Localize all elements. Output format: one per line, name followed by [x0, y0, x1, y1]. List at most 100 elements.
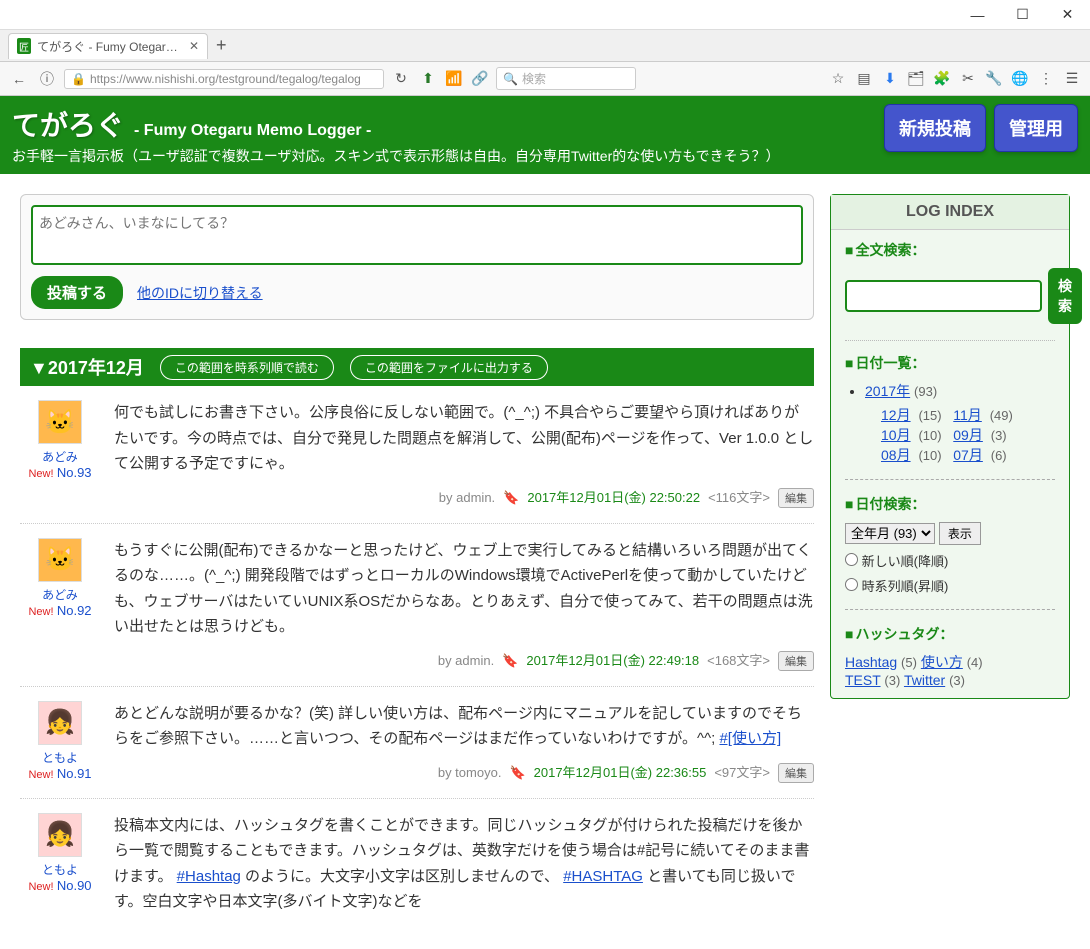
maximize-button[interactable]: ☐: [1000, 0, 1045, 30]
post-date[interactable]: 2017年12月01日(金) 22:36:55: [534, 762, 707, 784]
site-subtitle: - Fumy Otegaru Memo Logger -: [134, 122, 371, 140]
extension-icon-1[interactable]: 🧩: [932, 69, 952, 89]
tag-link[interactable]: 使い方: [921, 654, 963, 670]
post-button[interactable]: 投稿する: [31, 276, 123, 309]
month-link[interactable]: 09月: [953, 427, 983, 443]
new-badge: New!: [28, 606, 53, 618]
username[interactable]: あどみ: [20, 586, 100, 603]
new-tab-button[interactable]: +: [216, 35, 227, 56]
tools-icon[interactable]: 🔧: [984, 69, 1004, 89]
rss-icon[interactable]: 📶: [444, 69, 464, 89]
reader-icon[interactable]: ▤: [854, 69, 874, 89]
lock-icon: 🔒: [71, 72, 86, 86]
post-number[interactable]: No.92: [57, 603, 92, 618]
reload-button[interactable]: ↻: [390, 68, 412, 90]
post-date[interactable]: 2017年12月01日(金) 22:50:22: [527, 487, 700, 509]
tag-link[interactable]: Twitter: [904, 672, 945, 688]
post-author: by tomoyo.: [438, 762, 502, 784]
hashtag-link[interactable]: #HASHTAG: [563, 868, 643, 885]
order-asc-radio[interactable]: 時系列順(昇順): [845, 579, 948, 594]
download-icon[interactable]: ⬇: [880, 69, 900, 89]
edit-button[interactable]: 編集: [778, 488, 814, 508]
avatar: 🐱: [38, 538, 82, 582]
datesearch-label: 日付検索：: [845, 494, 1055, 514]
tag-link[interactable]: Hashtag: [845, 654, 897, 670]
range-bar: ▼2017年12月 この範囲を時系列順で読む この範囲をファイルに出力する: [20, 348, 814, 386]
info-icon[interactable]: ⓘ: [36, 68, 58, 90]
back-button[interactable]: ←: [8, 68, 30, 90]
link-icon[interactable]: 🔗: [470, 69, 490, 89]
post-number[interactable]: No.93: [57, 465, 92, 480]
close-window-button[interactable]: ✕: [1045, 0, 1090, 30]
site-header: てがろぐ - Fumy Otegaru Memo Logger - お手軽一言掲…: [0, 96, 1090, 174]
new-badge: New!: [28, 468, 53, 480]
export-button[interactable]: この範囲をファイルに出力する: [350, 355, 548, 380]
window-chrome: — ☐ ✕: [0, 0, 1090, 30]
month-link[interactable]: 10月: [881, 427, 911, 443]
edit-button[interactable]: 編集: [778, 651, 814, 671]
range-title: ▼2017年12月: [30, 354, 144, 380]
month-link[interactable]: 07月: [953, 447, 983, 463]
post-item: 🐱 あどみ New! No.93 何でも試しにお書き下さい。公序良俗に反しない範…: [20, 386, 814, 524]
globe-icon[interactable]: 🌐: [1010, 69, 1030, 89]
display-button[interactable]: 表示: [939, 522, 981, 545]
char-count: <97文字>: [714, 762, 770, 784]
extension-icon-2[interactable]: ✂: [958, 69, 978, 89]
hashtag-link[interactable]: #[使い方]: [719, 730, 781, 747]
search-icon: 🔍: [503, 72, 518, 86]
new-post-button[interactable]: 新規投稿: [884, 104, 986, 152]
date-select[interactable]: 全年月 (93): [845, 523, 935, 544]
post-date[interactable]: 2017年12月01日(金) 22:49:18: [526, 650, 699, 672]
tag-link[interactable]: TEST: [845, 672, 881, 688]
tab-title: てがろぐ - Fumy Otegaru Mem: [37, 38, 183, 55]
bookmark-icon[interactable]: ☆: [828, 69, 848, 89]
search-placeholder: 検索: [522, 70, 546, 87]
chrono-button[interactable]: この範囲を時系列順で読む: [160, 355, 334, 380]
folder-icon[interactable]: 🗂: [906, 69, 926, 89]
username[interactable]: ともよ: [20, 749, 100, 766]
post-author: by admin.: [439, 487, 495, 509]
browser-tab[interactable]: 匠 てがろぐ - Fumy Otegaru Mem ✕: [8, 33, 208, 59]
month-link[interactable]: 11月: [953, 407, 982, 423]
favicon-icon: 匠: [17, 38, 31, 54]
post-text: 何でも試しにお書き下さい。公序良俗に反しない範囲で。(^_^;) 不具合やらご要…: [114, 400, 814, 477]
compose-textarea[interactable]: [31, 205, 803, 265]
search-button[interactable]: 検索: [1048, 268, 1082, 324]
more-icon[interactable]: ⋮: [1036, 69, 1056, 89]
username[interactable]: ともよ: [20, 861, 100, 878]
new-badge: New!: [28, 769, 53, 781]
post-text: あとどんな説明が要るかな？(笑) 詳しい使い方は、配布ページ内にマニュアルを記し…: [114, 701, 814, 752]
menu-icon[interactable]: ☰: [1062, 69, 1082, 89]
post-text: もうすぐに公開(配布)できるかなーと思ったけど、ウェブ上で実行してみると結構いろ…: [114, 538, 814, 640]
username[interactable]: あどみ: [20, 448, 100, 465]
avatar: 🐱: [38, 400, 82, 444]
order-desc-radio[interactable]: 新しい順(降順): [845, 554, 948, 569]
edit-button[interactable]: 編集: [778, 763, 814, 783]
switch-id-link[interactable]: 他のIDに切り替える: [137, 283, 263, 303]
log-index-title: LOG INDEX: [831, 195, 1069, 230]
post-item: 🐱 あどみ New! No.92 もうすぐに公開(配布)できるかなーと思ったけど…: [20, 524, 814, 687]
browser-search-field[interactable]: 🔍 検索: [496, 67, 636, 90]
post-list: 🐱 あどみ New! No.93 何でも試しにお書き下さい。公序良俗に反しない範…: [20, 386, 814, 929]
avatar: 👧: [38, 701, 82, 745]
avatar: 👧: [38, 813, 82, 857]
hashtag-link[interactable]: #Hashtag: [177, 868, 241, 885]
post-number[interactable]: No.90: [57, 878, 92, 893]
new-badge: New!: [28, 881, 53, 893]
download-arrow-icon[interactable]: ⬆: [418, 69, 438, 89]
char-count: <116文字>: [708, 487, 770, 509]
tab-close-icon[interactable]: ✕: [189, 39, 199, 53]
admin-button[interactable]: 管理用: [994, 104, 1078, 152]
month-link[interactable]: 08月: [881, 447, 911, 463]
month-link[interactable]: 12月: [881, 407, 911, 423]
url-field[interactable]: 🔒 https://www.nishishi.org/testground/te…: [64, 69, 384, 89]
post-item: 👧 ともよ New! No.91 あとどんな説明が要るかな？(笑) 詳しい使い方…: [20, 687, 814, 799]
fulltext-search-input[interactable]: [845, 280, 1042, 312]
minimize-button[interactable]: —: [955, 0, 1000, 30]
year-count: (93): [914, 384, 937, 399]
post-number[interactable]: No.91: [57, 766, 92, 781]
permalink-icon[interactable]: 🔖: [502, 650, 518, 672]
permalink-icon[interactable]: 🔖: [509, 762, 525, 784]
year-link[interactable]: 2017年: [865, 383, 910, 399]
permalink-icon[interactable]: 🔖: [503, 487, 519, 509]
